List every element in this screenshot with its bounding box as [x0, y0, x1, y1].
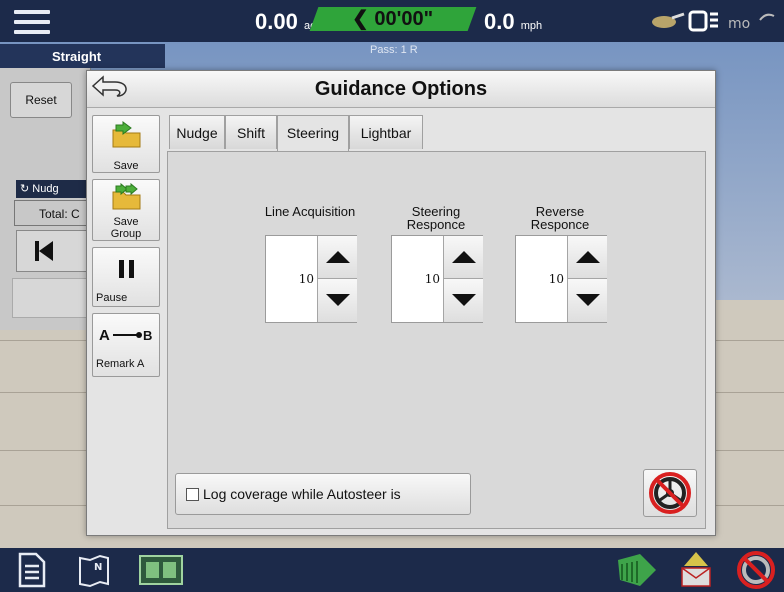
area-readout: 0.00 ac [255, 9, 316, 34]
previous-button[interactable] [16, 230, 88, 272]
steering-response-decrease-button[interactable] [443, 279, 483, 322]
speed-readout: 0.0 mph [484, 9, 543, 34]
arrow-down-icon [452, 294, 476, 306]
steering-response-value[interactable]: 10 [392, 236, 442, 322]
document-icon[interactable] [14, 552, 48, 588]
back-arrow-icon [91, 75, 127, 97]
timer-readout: ❮ 00'00" [309, 7, 477, 31]
bottom-toolbar: N [0, 548, 784, 592]
remark-a-button[interactable]: AB Remark A [92, 313, 160, 377]
tab-nudge[interactable]: Nudge [169, 115, 225, 149]
status-icons: mo [650, 8, 780, 36]
autosteer-status-icon[interactable] [734, 550, 778, 590]
line-acquisition-decrease-button[interactable] [317, 279, 357, 322]
back-button[interactable] [89, 74, 133, 104]
autosteer-disengage-button[interactable] [643, 469, 697, 517]
split-view-icon[interactable] [138, 552, 184, 588]
dialog-title: Guidance Options [314, 78, 488, 100]
reverse-response-spinner: 10 [515, 235, 607, 323]
steering-response-label: Steering Responce [406, 204, 466, 232]
log-coverage-toggle[interactable]: Log coverage while Autosteer is [175, 473, 471, 515]
arrow-down-icon [326, 294, 350, 306]
line-acquisition-value[interactable]: 10 [266, 236, 316, 322]
guidance-options-dialog: Guidance Options Save Save Group Pause A… [86, 70, 716, 536]
log-coverage-label: Log coverage while Autosteer is [203, 486, 401, 502]
ab-line-icon: AB [99, 327, 152, 344]
save-group-button[interactable]: Save Group [92, 179, 160, 241]
total-label: Total: C [14, 200, 90, 226]
reverse-response-decrease-button[interactable] [567, 279, 607, 322]
wireless-icon: mo [728, 13, 775, 32]
line-acquisition-spinner: 10 [265, 235, 357, 323]
nudge-label: ↻ Nudg [16, 180, 90, 198]
autosteer-off-icon [649, 472, 691, 514]
dialog-header: Guidance Options [87, 71, 715, 108]
arrow-up-icon [326, 251, 350, 263]
pass-label: Pass: 1 R [370, 44, 418, 56]
svg-text:A: A [99, 327, 110, 344]
tab-lightbar[interactable]: Lightbar [349, 115, 423, 149]
pause-button[interactable]: Pause [92, 247, 160, 307]
line-acquisition-label: Line Acquisition [264, 204, 356, 219]
folder-save-icon [112, 121, 141, 148]
svg-text:B: B [143, 328, 152, 343]
implement-icon [652, 12, 685, 28]
arrow-down-icon [576, 294, 600, 306]
log-coverage-checkbox[interactable] [186, 488, 199, 501]
tab-shift[interactable]: Shift [225, 115, 277, 149]
steering-response-increase-button[interactable] [443, 236, 483, 279]
line-acquisition-increase-button[interactable] [317, 236, 357, 279]
reset-button[interactable]: Reset [10, 82, 72, 118]
svg-text:mo: mo [728, 16, 750, 32]
steering-response-spinner: 10 [391, 235, 483, 323]
save-button[interactable]: Save [92, 115, 160, 173]
coverage-map-icon[interactable] [614, 550, 660, 590]
reverse-response-label: Reverse Responce [530, 204, 590, 232]
menu-icon[interactable] [14, 10, 50, 34]
tab-steering[interactable]: Steering [277, 115, 349, 151]
alarm-mail-icon[interactable] [676, 550, 716, 590]
field-map-icon[interactable]: N [76, 552, 112, 588]
reverse-response-value[interactable]: 10 [516, 236, 566, 322]
pause-icon [119, 260, 134, 278]
guidance-pattern-tab[interactable]: Straight [0, 44, 165, 68]
folder-save-group-icon [112, 182, 141, 210]
top-status-bar: 0.00 ac ❮ 00'00" 0.0 mph mo [0, 0, 784, 42]
arrow-up-icon [576, 251, 600, 263]
reverse-response-increase-button[interactable] [567, 236, 607, 279]
panel-button[interactable] [12, 278, 90, 318]
arrow-up-icon [452, 251, 476, 263]
svg-text:N: N [94, 562, 102, 573]
gps-status-icon [688, 10, 718, 32]
